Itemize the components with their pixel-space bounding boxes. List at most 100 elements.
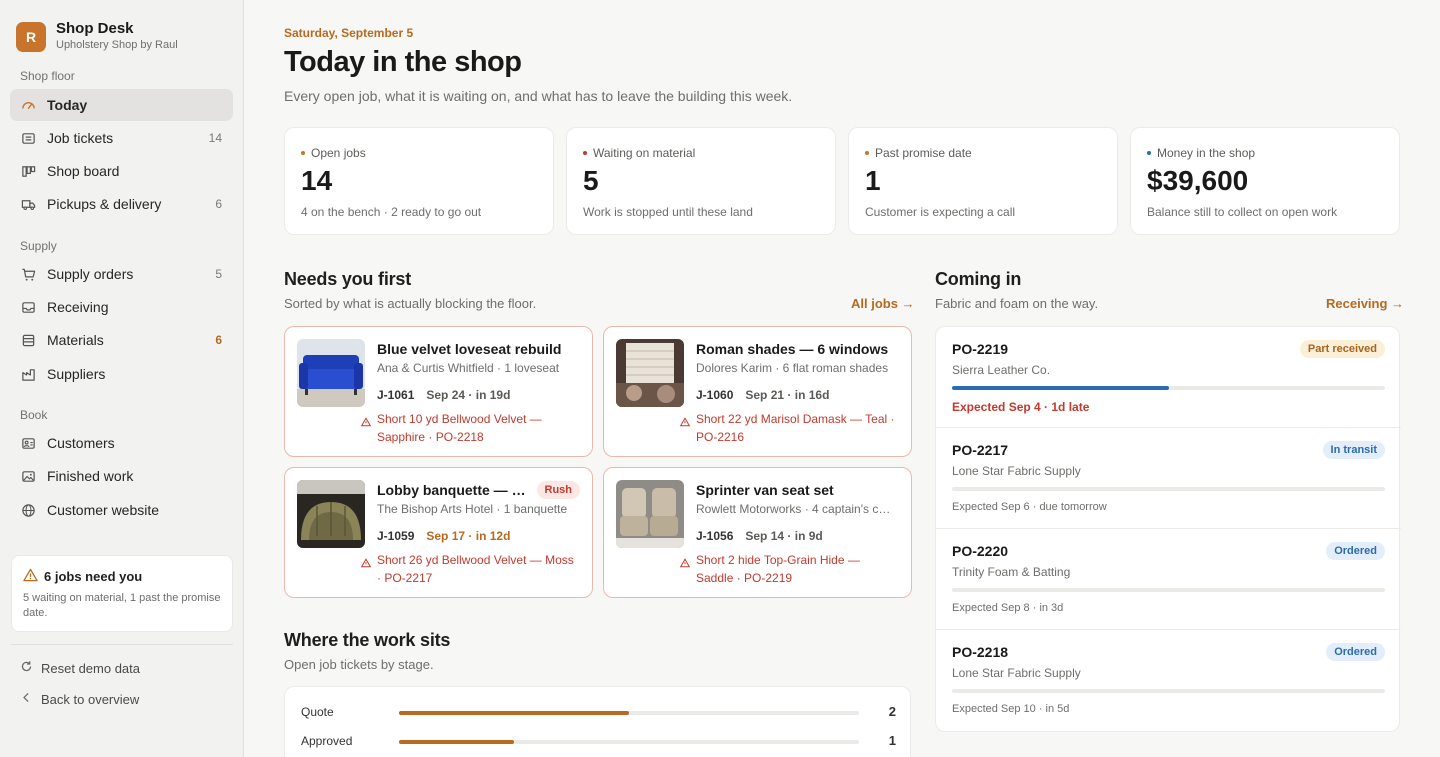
stage-row[interactable]: Approved 1 xyxy=(301,732,896,752)
purchase-order-row[interactable]: PO-2219 Part received Sierra Leather Co.… xyxy=(936,327,1401,428)
alert-body: 5 waiting on material, 1 past the promis… xyxy=(23,592,221,619)
job-card[interactable]: Sprinter van seat set Rowlett Motorworks… xyxy=(603,467,912,598)
stat-card-past-promise[interactable]: Past promise date 1 Customer is expectin… xyxy=(848,127,1118,235)
job-title: Sprinter van seat set xyxy=(696,482,834,498)
brand[interactable]: R Shop Desk Upholstery Shop by Raul xyxy=(16,21,178,52)
stage-bar-track xyxy=(399,740,859,744)
all-jobs-link[interactable]: All jobs → xyxy=(851,296,915,311)
po-status-badge: Part received xyxy=(1299,340,1385,358)
purchase-order-row[interactable]: PO-2220 Ordered Trinity Foam & Batting E… xyxy=(936,529,1401,630)
sidebar-item-finished-work[interactable]: Finished work xyxy=(10,460,233,492)
warning-icon xyxy=(679,414,691,432)
warning-icon xyxy=(360,414,372,432)
job-title: Lobby banquette — lobby seating xyxy=(377,482,527,498)
brand-logo: R xyxy=(16,21,46,52)
job-card[interactable]: Lobby banquette — lobby seating Rush The… xyxy=(284,467,593,598)
reset-demo-button[interactable]: Reset demo data xyxy=(20,660,140,676)
page-subtitle: Every open job, what it is waiting on, a… xyxy=(284,88,793,104)
po-eta: Expected Sep 4 · 1d late xyxy=(952,400,1090,414)
sidebar-item-today[interactable]: Today xyxy=(10,89,233,121)
sidebar-item-label: Suppliers xyxy=(47,366,106,382)
sidebar-item-label: Finished work xyxy=(47,468,134,484)
job-photo-banquette xyxy=(297,480,365,548)
attention-alert-card[interactable]: 6 jobs need you 5 waiting on material, 1… xyxy=(11,555,233,632)
stat-label: Past promise date xyxy=(875,146,972,160)
job-client: Ana & Curtis Whitfield · 1 loveseat xyxy=(377,361,560,375)
po-progress-track xyxy=(952,386,1385,390)
po-status-badge: In transit xyxy=(1322,441,1385,459)
po-id: PO-2217 xyxy=(952,442,1009,458)
job-client: Rowlett Motorworks · 4 captain's chairs xyxy=(696,502,896,516)
job-id: J-1060 xyxy=(696,388,734,402)
back-to-overview-link[interactable]: Back to overview xyxy=(20,691,139,707)
brand-subtitle: Upholstery Shop by Raul xyxy=(56,39,178,51)
stat-label: Money in the shop xyxy=(1157,146,1256,160)
sidebar-item-customer-website[interactable]: Customer website xyxy=(10,494,233,526)
stat-value: $39,600 xyxy=(1147,165,1249,196)
po-status-badge: Ordered xyxy=(1326,643,1385,661)
stage-row[interactable]: Quote 2 xyxy=(301,703,896,723)
chevron-left-icon xyxy=(20,691,33,707)
sidebar-item-receiving[interactable]: Receiving xyxy=(10,291,233,323)
sidebar-item-label: Materials xyxy=(47,332,104,348)
job-shortage: Short 22 yd Marisol Damask — Teal · PO-2… xyxy=(696,412,895,444)
factory-icon xyxy=(20,366,36,382)
purchase-order-row[interactable]: PO-2217 In transit Lone Star Fabric Supp… xyxy=(936,428,1401,529)
reset-demo-label: Reset demo data xyxy=(41,660,141,676)
po-id: PO-2218 xyxy=(952,644,1009,660)
incoming-orders-card: PO-2219 Part received Sierra Leather Co.… xyxy=(935,326,1401,732)
stage-count: 1 xyxy=(888,733,896,748)
layers-icon xyxy=(20,332,36,348)
stat-value: 1 xyxy=(865,165,881,196)
job-photo-loveseat xyxy=(297,339,365,407)
stat-card-money[interactable]: Money in the shop $39,600 Balance still … xyxy=(1130,127,1400,235)
job-title: Blue velvet loveseat rebuild xyxy=(377,341,562,357)
sidebar-item-count: 6 xyxy=(215,333,222,347)
rush-badge: Rush xyxy=(536,481,580,499)
po-id: PO-2220 xyxy=(952,543,1009,559)
stat-card-waiting-material[interactable]: Waiting on material 5 Work is stopped un… xyxy=(566,127,836,235)
po-vendor: Lone Star Fabric Supply xyxy=(952,464,1081,478)
sidebar-item-supply-orders[interactable]: Supply orders 5 xyxy=(10,258,233,290)
sidebar-item-customers[interactable]: Customers xyxy=(10,427,233,459)
current-date: Saturday, September 5 xyxy=(284,26,414,40)
section-label-book: Book xyxy=(20,408,48,422)
globe-icon xyxy=(20,502,36,518)
section-label-shop-floor: Shop floor xyxy=(20,69,75,83)
sidebar-item-label: Shop board xyxy=(47,163,120,179)
status-dot xyxy=(583,151,587,155)
main-content: Saturday, September 5 Today in the shop … xyxy=(244,0,1440,757)
stage-bar-fill xyxy=(399,711,629,715)
sidebar-item-label: Today xyxy=(47,97,88,113)
job-due-date: Sep 14 · in 9d xyxy=(745,529,823,543)
refresh-icon xyxy=(20,660,33,676)
sidebar-item-suppliers[interactable]: Suppliers xyxy=(10,358,233,390)
stat-value: 5 xyxy=(583,165,599,196)
job-card[interactable]: Roman shades — 6 windows Dolores Karim ·… xyxy=(603,326,912,457)
sidebar-item-label: Receiving xyxy=(47,299,109,315)
job-card[interactable]: Blue velvet loveseat rebuild Ana & Curti… xyxy=(284,326,593,457)
sidebar-item-label: Pickups & delivery xyxy=(47,196,162,212)
po-progress-track xyxy=(952,588,1385,592)
stages-card: Quote 2 Approved 1 xyxy=(284,686,911,757)
job-shortage: Short 26 yd Bellwood Velvet — Moss · PO-… xyxy=(377,553,574,585)
incoming-section-subtitle: Fabric and foam on the way. xyxy=(935,296,1099,311)
job-title: Roman shades — 6 windows xyxy=(696,341,889,357)
sidebar-divider xyxy=(11,644,233,645)
job-id: J-1061 xyxy=(377,388,415,402)
stat-card-open-jobs[interactable]: Open jobs 14 4 on the bench · 2 ready to… xyxy=(284,127,554,235)
stage-bar-fill xyxy=(399,740,514,744)
job-client: Dolores Karim · 6 flat roman shades xyxy=(696,361,889,375)
job-due-date: Sep 24 · in 19d xyxy=(426,388,511,402)
sidebar-item-materials[interactable]: Materials 6 xyxy=(10,324,233,356)
stat-note: Customer is expecting a call xyxy=(865,205,1016,219)
sidebar-item-label: Customer website xyxy=(47,502,160,518)
sidebar-item-shop-board[interactable]: Shop board xyxy=(10,155,233,187)
warning-icon xyxy=(360,555,372,573)
purchase-order-row[interactable]: PO-2218 Ordered Lone Star Fabric Supply … xyxy=(936,630,1401,731)
sidebar-item-job-tickets[interactable]: Job tickets 14 xyxy=(10,122,233,154)
gauge-icon xyxy=(20,97,36,113)
sidebar-item-pickups-delivery[interactable]: Pickups & delivery 6 xyxy=(10,188,233,220)
status-dot xyxy=(1147,151,1151,155)
receiving-link[interactable]: Receiving → xyxy=(1326,296,1404,311)
